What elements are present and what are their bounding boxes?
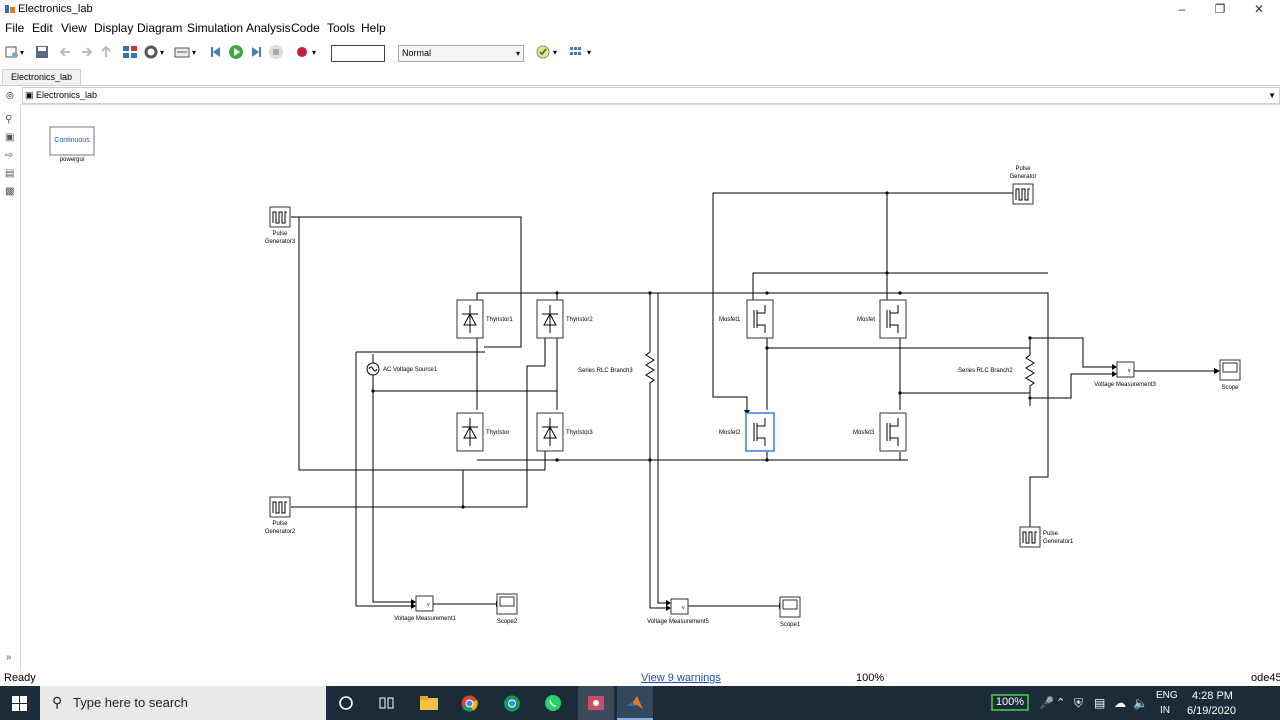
language-secondary[interactable]: IN (1160, 705, 1170, 716)
scope2-label: Scope2 (497, 619, 518, 625)
mosfet3-block[interactable] (879, 412, 907, 452)
thyristor3-label: Thyristor3 (566, 430, 593, 436)
thyristor1-block[interactable] (456, 299, 484, 339)
thyristor-label: Thyristor (486, 430, 509, 436)
junction-dots (371, 191, 1032, 509)
voltage-measurement3-label: Voltage Measurement3 (1094, 382, 1156, 388)
voltage-measurement1-label: Voltage Measurement1 (394, 616, 456, 622)
file-explorer-icon[interactable] (419, 695, 439, 711)
clock-date[interactable]: 6/19/2020 (1187, 705, 1236, 717)
cortana-icon[interactable] (339, 696, 353, 710)
clock-time[interactable]: 4:28 PM (1192, 690, 1233, 702)
voltage-measurement5-label: Voltage Measurement5 (647, 619, 709, 625)
pulse-generator1-label-a: Pulse (1043, 531, 1059, 537)
ac-voltage-source-block[interactable] (366, 362, 380, 376)
scope-block[interactable] (1219, 359, 1241, 381)
task-view-icon[interactable] (379, 696, 395, 710)
zoom-level: 100% (856, 672, 885, 684)
ac-voltage-source-label: AC Voltage Source1 (383, 367, 438, 373)
mosfet1-block[interactable] (746, 299, 774, 339)
powergui-label: powergui (60, 157, 84, 163)
voltage-measurement3-block[interactable] (1116, 361, 1135, 378)
status-text: Ready (4, 672, 36, 684)
battery-indicator[interactable]: 100% (991, 694, 1029, 711)
chevron-up-icon[interactable]: ⌃ (1056, 696, 1065, 709)
photos-app-icon (588, 696, 604, 710)
scope1-block[interactable] (779, 596, 801, 618)
pulse-generator2-label-b: Generator2 (265, 529, 296, 535)
language-primary[interactable]: ENG (1156, 690, 1178, 701)
onedrive-icon[interactable]: ☁ (1114, 696, 1126, 710)
network-icon[interactable]: ▤ (1094, 696, 1105, 710)
chrome-profile-icon[interactable] (503, 695, 521, 712)
voltage-measurement5-block[interactable] (670, 598, 689, 615)
search-icon: ⚲ (52, 694, 63, 710)
volume-icon[interactable]: 🔈 (1133, 696, 1148, 710)
taskbar-app-active[interactable] (578, 686, 614, 720)
thyristor2-label: Thyristor2 (566, 317, 593, 323)
chrome-icon[interactable] (461, 695, 478, 712)
mosfet-block[interactable] (879, 299, 907, 339)
search-placeholder: Type here to search (73, 695, 188, 710)
pulse-generator1-label-b: Generator1 (1043, 539, 1074, 545)
matlab-icon (627, 696, 643, 709)
pulse-generator-label-b: Generator (1009, 174, 1036, 180)
scope-label: Scope (1221, 385, 1239, 391)
taskbar: ⚲ Type here to search 100% 🎤 ⌃ ⛨ ▤ ☁ 🔈 E… (0, 686, 1280, 720)
scope2-block[interactable] (496, 593, 518, 615)
mosfet-label: Mosfet (857, 317, 875, 323)
mosfet1-label: Mosfet1 (719, 317, 741, 323)
whatsapp-icon[interactable] (544, 694, 562, 712)
windows-start-icon[interactable] (12, 696, 27, 711)
thyristor3-block[interactable] (536, 412, 564, 452)
taskbar-search[interactable]: ⚲ Type here to search (40, 686, 326, 720)
powergui-inner: Continuous (54, 137, 90, 144)
mosfet3-label: Mosfet3 (853, 430, 875, 436)
status-bar: Ready View 9 warnings 100% ode45 (0, 670, 1280, 686)
pulse-generator3-label-b: Generator3 (265, 239, 296, 245)
voltage-measurement1-block[interactable] (415, 595, 434, 612)
shield-icon[interactable]: ⛨ (1074, 696, 1083, 711)
signal-lines (291, 192, 1218, 609)
warnings-link[interactable]: View 9 warnings (641, 672, 721, 684)
taskbar-matlab[interactable] (617, 686, 653, 720)
thyristor2-block[interactable] (536, 299, 564, 339)
arrowheads (411, 300, 1220, 611)
rlc-branch2-block[interactable] (1025, 345, 1035, 406)
scope1-label: Scope1 (780, 622, 801, 628)
microphone-icon[interactable]: 🎤 (1039, 696, 1054, 710)
thyristor1-label: Thyristor1 (486, 317, 513, 323)
solver-name[interactable]: ode45 (1251, 672, 1280, 684)
rlc-branch3-block[interactable] (645, 340, 655, 398)
pulse-generator2-label-a: Pulse (272, 521, 288, 527)
rlc-branch2-label: Series RLC Branch2 (958, 368, 1013, 374)
rlc-branch3-label: Series RLC Branch3 (578, 368, 633, 374)
mosfet2-block[interactable] (745, 412, 775, 452)
thyristor-block[interactable] (456, 412, 484, 452)
block-diagram: Continuous powergui Pulse Generator3 Pul… (49, 126, 1241, 628)
pulse-generator3-label-a: Pulse (272, 231, 288, 237)
mosfet2-label: Mosfet2 (719, 430, 741, 436)
pulse-generator-label-a: Pulse (1015, 166, 1031, 172)
